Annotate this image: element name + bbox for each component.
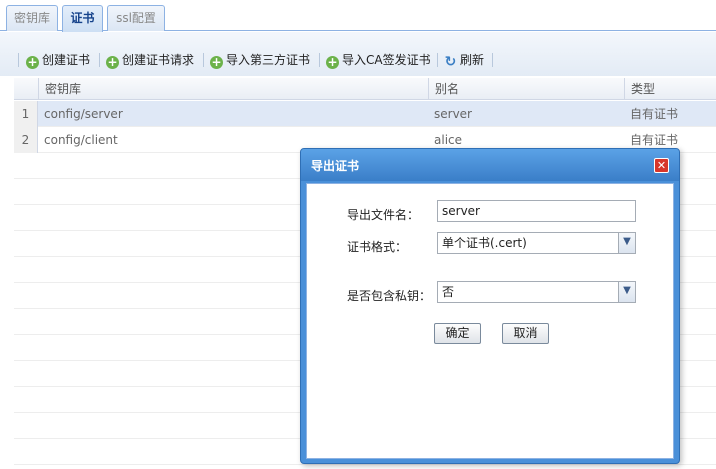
import-third-party-cert-button[interactable]: + 导入第三方证书 bbox=[210, 50, 310, 70]
privkey-select[interactable]: 否 ▼ bbox=[437, 281, 636, 303]
cell-keystore: config/client bbox=[44, 133, 118, 147]
dialog-body: 导出文件名： server 证书格式： 单个证书(.cert) ▼ 是否包含私钥… bbox=[306, 183, 674, 459]
tab-ssl-config[interactable]: ssl配置 bbox=[107, 5, 165, 31]
filename-input[interactable]: server bbox=[437, 200, 636, 222]
row-number: 2 bbox=[14, 127, 38, 153]
cancel-button[interactable]: 取消 bbox=[502, 323, 549, 344]
create-cert-request-button[interactable]: + 创建证书请求 bbox=[106, 50, 194, 70]
tab-bar: 密钥库 证书 ssl配置 bbox=[0, 0, 716, 32]
add-icon: + bbox=[26, 55, 39, 69]
refresh-button[interactable]: ↻ 刷新 bbox=[444, 50, 484, 70]
toolbar-separator bbox=[319, 53, 320, 67]
tab-keystore[interactable]: 密钥库 bbox=[6, 5, 58, 31]
filename-label: 导出文件名： bbox=[347, 208, 420, 222]
chevron-down-icon[interactable]: ▼ bbox=[618, 282, 635, 302]
ok-button[interactable]: 确定 bbox=[434, 323, 481, 344]
add-icon: + bbox=[106, 55, 119, 69]
privkey-label: 是否包含私钥： bbox=[347, 289, 432, 303]
cell-type: 自有证书 bbox=[630, 107, 679, 121]
add-icon: + bbox=[210, 55, 223, 69]
column-header-keystore[interactable]: 密钥库 bbox=[38, 78, 428, 100]
cell-keystore: config/server bbox=[44, 107, 123, 121]
format-label: 证书格式： bbox=[347, 240, 408, 254]
toolbar-separator bbox=[18, 53, 19, 67]
toolbar-separator bbox=[437, 53, 438, 67]
dialog-title: 导出证书 bbox=[311, 159, 360, 173]
toolbar-separator bbox=[492, 53, 493, 67]
close-icon[interactable]: ✕ bbox=[654, 158, 669, 173]
privkey-select-value: 否 bbox=[442, 285, 455, 299]
format-select[interactable]: 单个证书(.cert) ▼ bbox=[437, 232, 636, 254]
chevron-down-icon[interactable]: ▼ bbox=[618, 233, 635, 253]
column-header-alias[interactable]: 别名 bbox=[428, 78, 624, 100]
toolbar-separator bbox=[99, 53, 100, 67]
create-cert-button[interactable]: + 创建证书 bbox=[26, 50, 90, 70]
export-cert-dialog: 导出证书 ✕ 导出文件名： server 证书格式： 单个证书(.cert) ▼… bbox=[300, 148, 680, 464]
format-select-value: 单个证书(.cert) bbox=[442, 236, 527, 250]
toolbar-separator bbox=[203, 53, 204, 67]
tab-certificate[interactable]: 证书 bbox=[62, 5, 103, 32]
row-number: 1 bbox=[14, 101, 38, 127]
add-icon: + bbox=[326, 55, 339, 69]
cell-alias: server bbox=[434, 107, 472, 121]
dialog-header[interactable]: 导出证书 ✕ bbox=[301, 149, 679, 181]
column-header-type[interactable]: 类型 bbox=[624, 78, 716, 100]
table-row[interactable]: 1 config/server server 自有证书 bbox=[14, 101, 716, 127]
import-ca-cert-button[interactable]: + 导入CA签发证书 bbox=[326, 50, 431, 70]
refresh-icon: ↻ bbox=[444, 54, 457, 70]
grid-header: 密钥库 别名 类型 bbox=[14, 78, 716, 100]
